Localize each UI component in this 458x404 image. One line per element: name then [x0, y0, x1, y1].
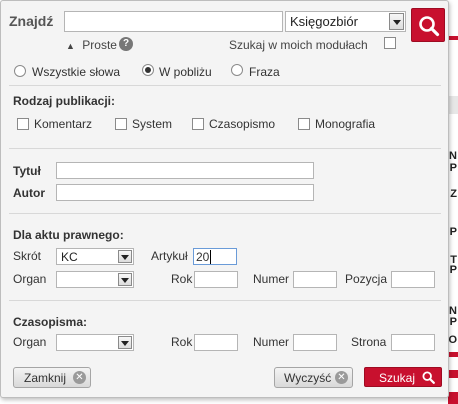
journal-organ-label: Organ	[13, 335, 47, 349]
background-red-bar	[448, 392, 458, 404]
close-button[interactable]: Zamknij ✕	[13, 367, 91, 388]
title-input[interactable]	[56, 162, 314, 179]
simple-search-label: Proste	[82, 38, 117, 52]
help-icon[interactable]: ?	[119, 37, 133, 51]
journals-heading: Czasopisma:	[13, 315, 88, 329]
background-text: N	[449, 150, 457, 162]
search-icon	[419, 16, 440, 37]
article-input-value: 20	[196, 250, 210, 264]
search-label: Znajdź	[9, 13, 54, 29]
position-label: Pozycja	[345, 272, 388, 286]
checkbox-system[interactable]	[115, 118, 127, 130]
journal-organ-select[interactable]	[56, 334, 134, 351]
divider	[9, 85, 441, 86]
chevron-up-icon: ▲	[66, 41, 75, 51]
organ-label: Organ	[13, 272, 47, 286]
journal-page-input[interactable]	[391, 334, 435, 351]
background-red-bar	[448, 370, 458, 378]
abbrev-select-value: KC	[61, 250, 78, 264]
modules-search-label: Szukaj w moich modułach	[229, 38, 368, 52]
background-text: P	[449, 264, 457, 276]
year-label: Rok	[171, 272, 193, 286]
author-input[interactable]	[56, 184, 314, 201]
journal-year-input[interactable]	[194, 334, 238, 351]
publication-type-heading: Rodzaj publikacji:	[13, 94, 116, 108]
position-input[interactable]	[391, 271, 435, 288]
journal-page-label: Strona	[351, 335, 387, 349]
background-text: P	[449, 316, 457, 328]
background-page-strip: N P Z P T P N P O	[448, 0, 458, 404]
modules-search-checkbox[interactable]	[384, 37, 396, 49]
close-button-label: Zamknij	[24, 371, 67, 385]
checkbox-journal[interactable]	[192, 118, 204, 130]
chevron-down-icon[interactable]	[118, 250, 132, 263]
number-input[interactable]	[293, 271, 337, 288]
legal-act-heading: Dla aktu prawnego:	[13, 228, 124, 242]
background-text: O	[448, 334, 457, 346]
radio-phrase[interactable]	[231, 64, 243, 76]
advanced-search-panel: Znajdź Księgozbiór ▲ Proste ? Szukaj w m…	[0, 0, 449, 398]
chevron-down-icon[interactable]	[118, 273, 132, 286]
year-input[interactable]	[194, 271, 238, 288]
radio-phrase-label: Fraza	[249, 65, 280, 79]
search-submit-button[interactable]	[411, 8, 445, 42]
scope-select-value: Księgozbiór	[290, 14, 358, 29]
background-text: P	[449, 162, 457, 174]
text-cursor	[210, 250, 212, 264]
journal-year-label: Rok	[171, 335, 193, 349]
search-button[interactable]: Szukaj	[364, 367, 442, 387]
clear-icon: ✕	[335, 371, 348, 384]
radio-nearby-label: W pobliżu	[159, 65, 212, 79]
checkbox-commentary[interactable]	[17, 118, 29, 130]
checkbox-monograph-label: Monografia	[315, 117, 376, 131]
background-text: Z	[450, 188, 457, 200]
clear-button[interactable]: Wyczyść ✕	[274, 367, 353, 388]
checkbox-system-label: System	[132, 117, 173, 131]
divider	[9, 213, 441, 214]
background-gray-bar	[448, 96, 458, 114]
search-button-label: Szukaj	[379, 371, 416, 385]
chevron-down-icon[interactable]	[389, 13, 404, 30]
checkbox-journal-label: Czasopismo	[209, 117, 276, 131]
scope-select[interactable]: Księgozbiór	[285, 11, 406, 32]
article-input[interactable]: 20	[193, 248, 237, 265]
abbrev-label: Skrót	[13, 249, 42, 263]
simple-search-toggle[interactable]: ▲ Proste	[66, 38, 117, 52]
article-label: Artykuł	[151, 249, 188, 263]
close-icon: ✕	[73, 371, 86, 384]
author-label: Autor	[13, 186, 45, 200]
divider	[9, 300, 441, 301]
checkbox-monograph[interactable]	[298, 118, 310, 130]
radio-nearby[interactable]	[142, 64, 154, 76]
search-input[interactable]	[64, 11, 283, 32]
background-red-bar	[448, 36, 458, 40]
number-label: Numer	[253, 272, 290, 286]
background-text: P	[449, 226, 457, 238]
radio-all-words-label: Wszystkie słowa	[32, 65, 121, 79]
clear-button-label: Wyczyść	[284, 371, 332, 385]
journal-number-label: Numer	[253, 335, 290, 349]
search-icon	[422, 371, 435, 384]
organ-select[interactable]	[56, 271, 134, 288]
title-label: Tytuł	[13, 164, 41, 178]
journal-number-input[interactable]	[293, 334, 337, 351]
divider	[9, 148, 441, 149]
radio-all-words[interactable]	[14, 65, 26, 77]
chevron-down-icon[interactable]	[118, 336, 132, 349]
checkbox-commentary-label: Komentarz	[34, 117, 93, 131]
abbrev-select[interactable]: KC	[56, 248, 134, 265]
background-red-bar	[448, 352, 458, 357]
